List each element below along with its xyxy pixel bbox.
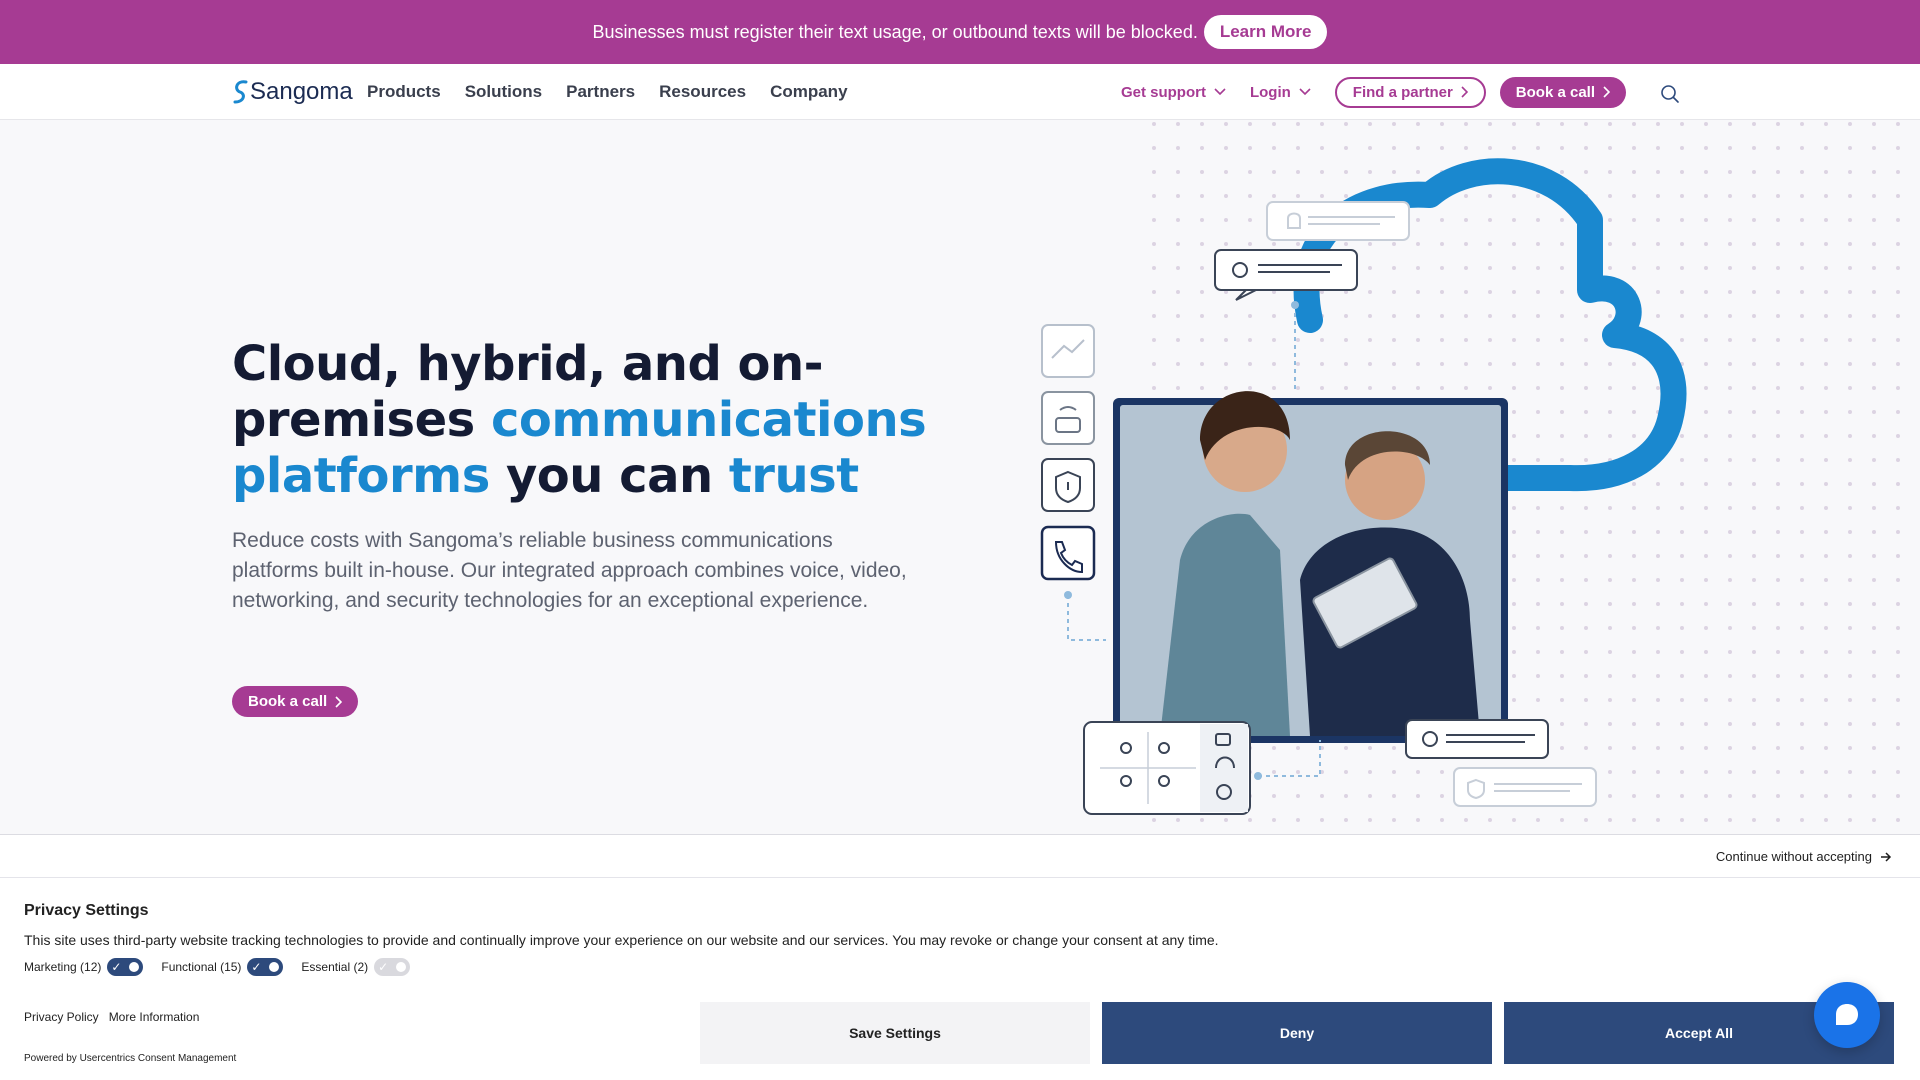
get-support-dropdown[interactable]: Get support [1121, 84, 1226, 101]
login-label: Login [1249, 83, 1291, 101]
save-settings-button[interactable]: Save Settings [700, 1002, 1090, 1064]
check-icon: ✓ [251, 960, 262, 974]
consent-toggles: Marketing (12) ✓ Functional (15) ✓ Essen… [24, 958, 411, 976]
continue-label: Continue without accepting [1715, 849, 1872, 864]
trend-icon-card [1041, 324, 1095, 378]
more-information-link[interactable]: More Information [109, 1010, 200, 1024]
nav-actions: Get support Login Find a partner Book a … [1121, 64, 1626, 120]
functional-label: Functional (15) [161, 960, 242, 974]
announcement-bar: Businesses must register their text usag… [0, 0, 1920, 64]
chevron-right-icon [1461, 86, 1468, 98]
consent-topbar: Continue without accepting [0, 834, 1920, 878]
chevron-down-icon [1214, 88, 1226, 96]
check-icon: ✓ [111, 960, 122, 974]
main-nav: Sangoma Products Solutions Partners Reso… [0, 64, 1920, 120]
search-icon[interactable] [1660, 84, 1680, 104]
privacy-policy-link[interactable]: Privacy Policy [24, 1010, 99, 1024]
nav-solutions[interactable]: Solutions [465, 82, 542, 102]
router-icon-card [1041, 391, 1095, 445]
powered-by-text: Powered by Usercentrics Consent Manageme… [24, 1053, 237, 1064]
arrow-right-icon [1881, 851, 1892, 862]
logo-text: Sangoma [250, 78, 353, 105]
notification-card [1266, 201, 1410, 241]
chevron-right-icon [1603, 86, 1610, 98]
essential-label: Essential (2) [301, 960, 369, 974]
chevron-down-icon [1299, 88, 1311, 96]
privacy-description: This site uses third-party website track… [24, 932, 1219, 948]
collaboration-card [1083, 721, 1251, 815]
marketing-toggle[interactable]: Marketing (12) ✓ [24, 958, 144, 976]
phone-icon-card [1040, 525, 1096, 581]
hero-title-part2: you can [489, 448, 729, 504]
nav-company[interactable]: Company [770, 82, 847, 102]
learn-more-button[interactable]: Learn More [1203, 15, 1328, 49]
find-partner-button[interactable]: Find a partner [1334, 76, 1486, 108]
consent-links: Privacy Policy More Information [24, 1010, 199, 1024]
chat-bubble-icon [1836, 1004, 1858, 1025]
security-card-right [1453, 767, 1597, 807]
sangoma-logo[interactable]: Sangoma [232, 78, 353, 106]
upload-card-right [1405, 719, 1549, 759]
continue-without-accepting-link[interactable]: Continue without accepting [1716, 849, 1892, 864]
nav-partners[interactable]: Partners [566, 82, 635, 102]
functional-toggle[interactable]: Functional (15) ✓ [161, 958, 284, 976]
hero-illustration [1040, 120, 1920, 836]
get-support-label: Get support [1120, 83, 1206, 101]
check-icon: ✓ [378, 960, 389, 974]
nav-products[interactable]: Products [367, 82, 441, 102]
nav-book-call-button[interactable]: Book a call [1499, 76, 1626, 108]
chevron-right-icon [335, 695, 343, 708]
marketing-switch[interactable]: ✓ [107, 958, 144, 976]
find-partner-label: Find a partner [1352, 83, 1453, 101]
shield-icon-card [1041, 458, 1095, 512]
logo-mark-icon [233, 80, 248, 104]
essential-toggle: Essential (2) ✓ [301, 958, 411, 976]
announcement-text: Businesses must register their text usag… [592, 21, 1198, 42]
marketing-label: Marketing (12) [24, 960, 102, 974]
privacy-settings-title: Privacy Settings [24, 902, 149, 919]
chat-widget-button[interactable] [1814, 982, 1880, 1048]
hero-book-call-label: Book a call [248, 693, 328, 710]
login-dropdown[interactable]: Login [1250, 84, 1311, 101]
nav-book-call-label: Book a call [1515, 83, 1595, 101]
privacy-settings-panel: Privacy Settings This site uses third-pa… [0, 878, 1920, 1080]
essential-switch: ✓ [374, 958, 411, 976]
hero-title-accent2: trust [728, 448, 859, 504]
deny-button[interactable]: Deny [1102, 1002, 1492, 1064]
hero-title: Cloud, hybrid, and on-premises communica… [232, 336, 932, 504]
nav-links: Products Solutions Partners Resources Co… [367, 64, 848, 120]
nav-resources[interactable]: Resources [659, 82, 746, 102]
functional-switch[interactable]: ✓ [247, 958, 284, 976]
hero-book-call-button[interactable]: Book a call [232, 686, 359, 717]
hero-subtitle: Reduce costs with Sangoma’s reliable bus… [232, 529, 907, 612]
